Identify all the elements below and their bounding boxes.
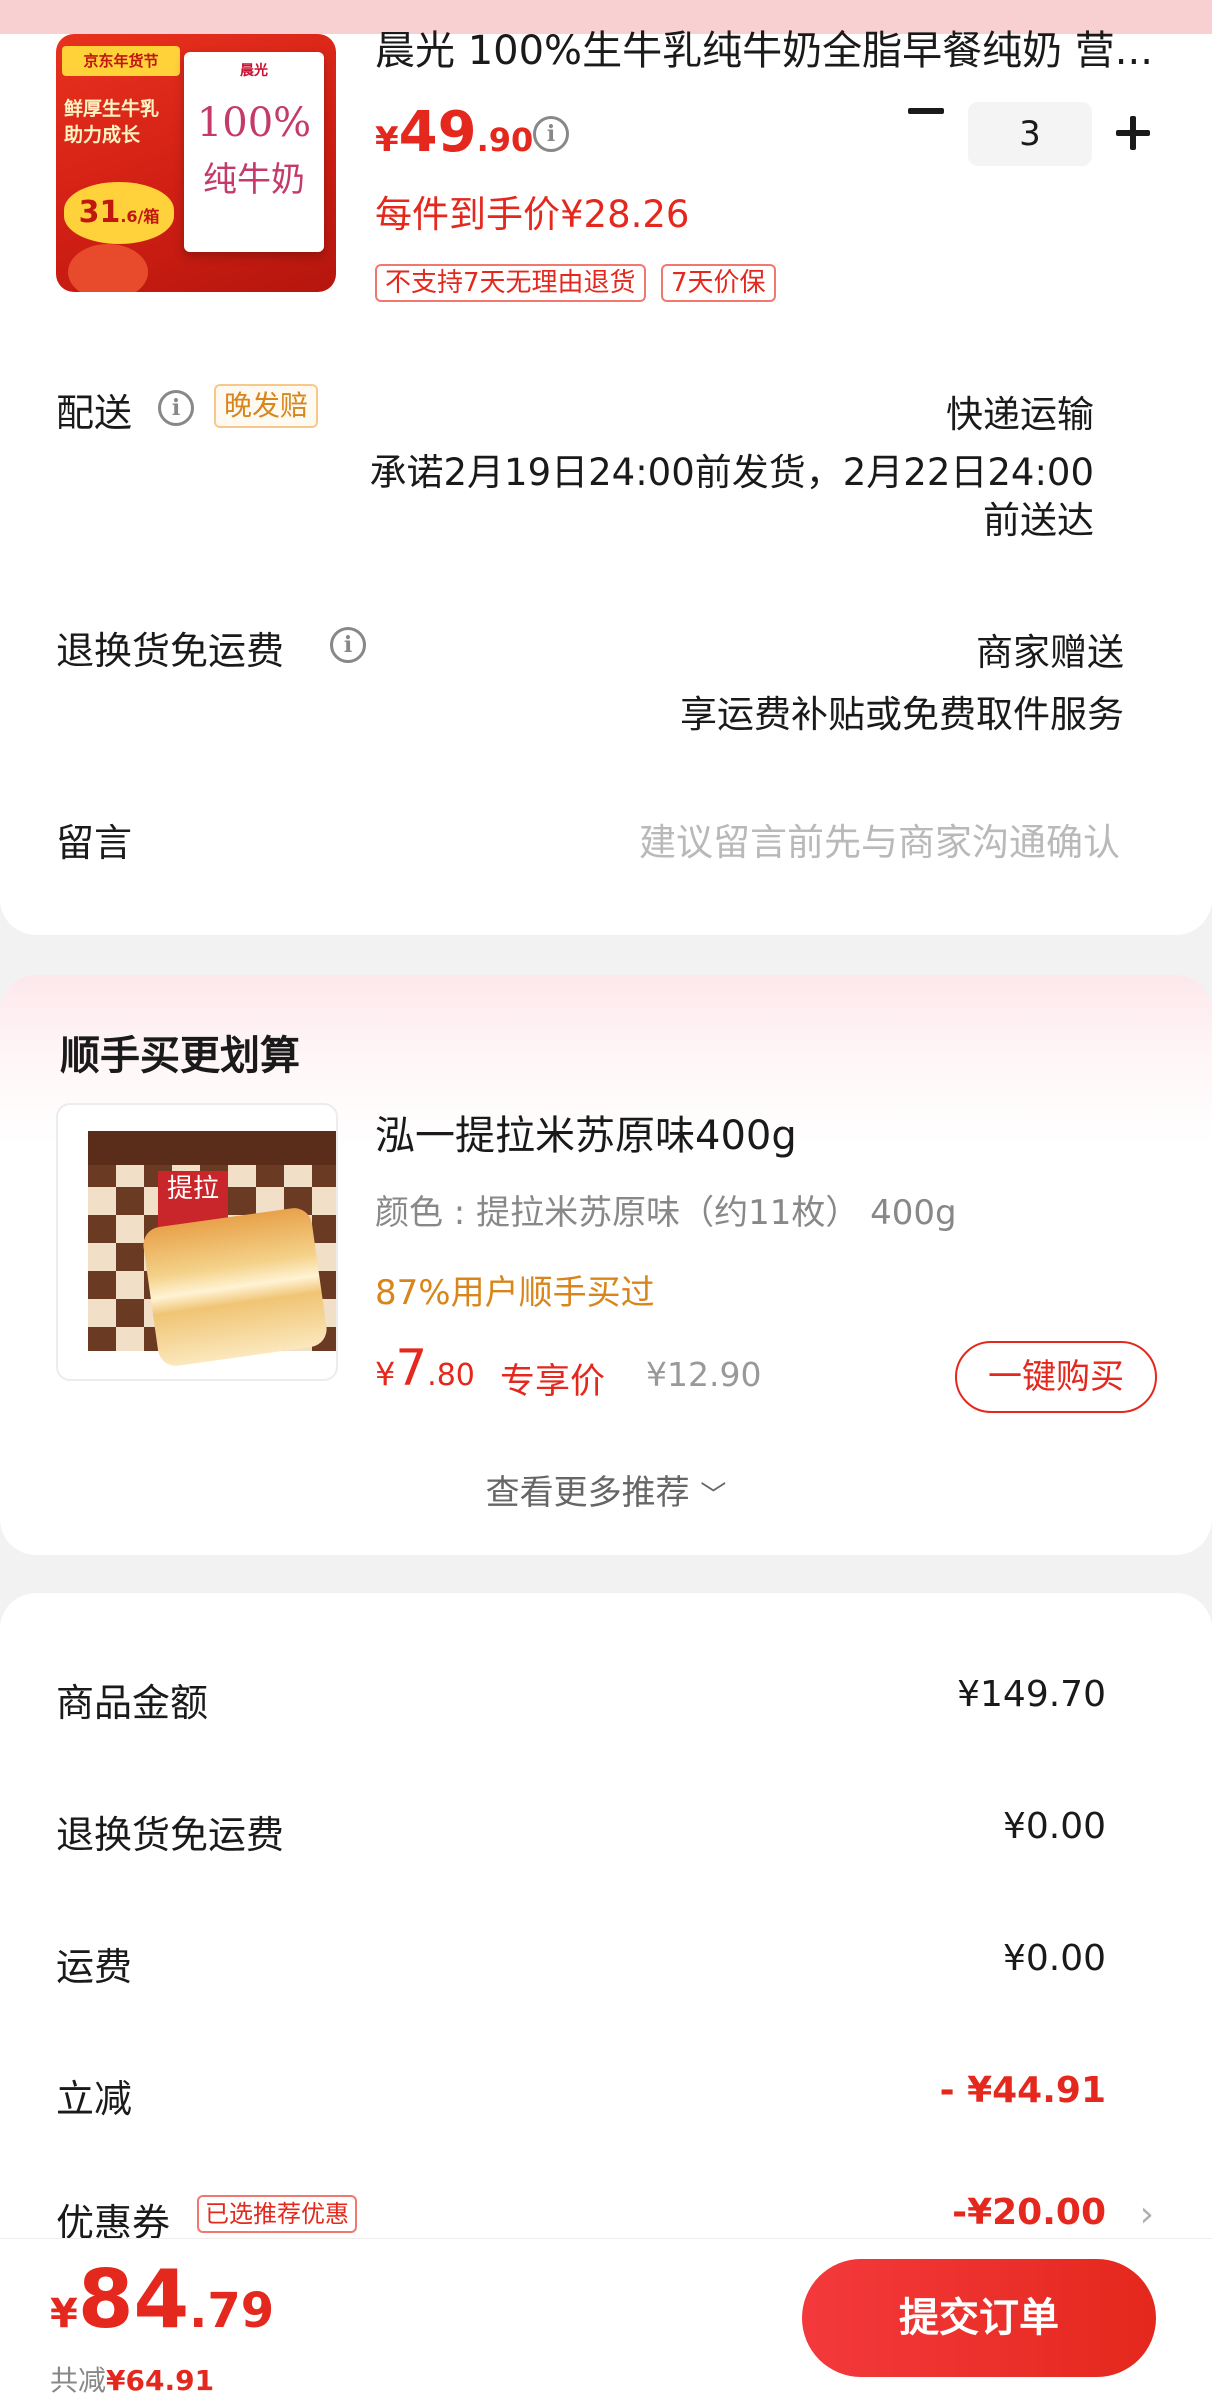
box-text-2: 纯牛奶 [203,160,305,200]
recommendation-spec: 颜色 : 提拉米苏原味（约11枚） 400g [375,1193,957,1233]
delivery-method[interactable]: 快递运输 [946,384,1094,438]
exclusive-price-label: 专享价 [500,1362,606,1402]
summary-value-goods: ¥149.70 [957,1674,1106,1715]
more-recommendations-link[interactable]: 查看更多推荐 ﹀ [0,1465,1212,1514]
promo-text: 鲜厚生牛乳 助力成长 [64,98,160,146]
delivery-info-icon[interactable]: i [158,390,194,426]
delivery-promise-line1: 承诺2月19日24:00前发货，2月22日24:00 [369,451,1095,494]
cake-box-lid [88,1131,336,1165]
milk-box: 晨光 100% 纯牛奶 [184,52,324,252]
box-text-1: 100% [196,100,312,146]
delivery-promise-line2: 前送达 [983,499,1094,542]
summary-label-goods: 商品金额 [56,1681,209,1725]
recommendation-bought: 87%用户顺手买过 [375,1273,655,1313]
quantity-minus-button[interactable] [908,108,944,114]
one-click-buy-button[interactable]: 一键购买 [955,1341,1157,1413]
decor-lantern [68,244,148,292]
chevron-right-icon[interactable]: › [1140,2194,1154,2235]
late-compensation-tag: 晚发赔 [214,384,319,428]
recommendation-item-title[interactable]: 泓一提拉米苏原味400g [375,1103,797,1161]
summary-label-shipping: 运费 [56,1945,133,1989]
quantity-input[interactable]: 3 [968,102,1092,166]
submit-order-button[interactable]: 提交订单 [802,2259,1156,2377]
summary-value-shipping: ¥0.00 [1002,1938,1106,1979]
no-return-tag: 不支持7天无理由退货 [375,264,646,302]
recommendation-image[interactable]: 提拉 [56,1103,338,1381]
product-image[interactable]: 京东年货节 鲜厚生牛乳 助力成长 31.6/箱 晨光 100% 纯牛奶 [56,34,336,292]
message-label: 留言 [56,821,133,865]
original-price: ¥12.90 [646,1355,762,1394]
price-protect-tag: 7天价保 [661,264,776,302]
checkout-bar: ¥84.79 共减¥64.91 提交订单 [0,2238,1212,2394]
product-card: 京东年货节 鲜厚生牛乳 助力成长 31.6/箱 晨光 100% 纯牛奶 晨光 1… [0,0,1212,935]
total-saved: 共减¥64.91 [50,2359,214,2394]
recommendation-title: 顺手买更划算 [60,1033,300,1079]
return-shipping-value1: 商家赠送 [976,631,1124,674]
product-price: ¥49.90 [375,100,534,165]
saved-amount: ¥64.91 [106,2364,215,2394]
summary-label-instant-discount: 立减 [56,2077,133,2121]
box-brand: 晨光 [240,63,268,79]
per-item-price: 每件到手价¥28.26 [375,193,690,236]
recommendation-price: ¥7.80 [375,1339,475,1397]
return-shipping-label: 退换货免运费 [56,629,285,673]
price-badge: 31.6/箱 [64,182,174,244]
total-price: ¥84.79 [50,2253,275,2346]
return-shipping-value2: 享运费补贴或免费取件服务 [680,693,1124,736]
year-tag: 京东年货节 [62,46,180,76]
return-shipping-info-icon[interactable]: i [330,627,366,663]
summary-value-return-shipping: ¥0.00 [1002,1806,1106,1847]
product-title[interactable]: 晨光 100%生牛乳纯牛奶全脂早餐纯奶 营... [375,18,1165,76]
summary-label-return-shipping: 退换货免运费 [56,1813,285,1857]
saved-label: 共减 [50,2364,107,2394]
quantity-plus-button[interactable] [1116,116,1150,150]
message-input[interactable]: 建议留言前先与商家沟通确认 [639,812,1120,866]
price-info-icon[interactable]: i [533,116,569,152]
delivery-label: 配送 [56,391,133,435]
chevron-down-icon: ﹀ [700,1481,727,1511]
summary-value-instant-discount: - ¥44.91 [939,2070,1106,2111]
more-recommendations-label: 查看更多推荐 [485,1473,690,1513]
summary-value-coupon[interactable]: -¥20.00 [952,2192,1106,2233]
cake-slice [141,1205,329,1369]
recommendation-card: 顺手买更划算 提拉 泓一提拉米苏原味400g 颜色 : 提拉米苏原味（约11枚）… [0,975,1212,1555]
coupon-recommended-tag: 已选推荐优惠 [197,2195,357,2233]
